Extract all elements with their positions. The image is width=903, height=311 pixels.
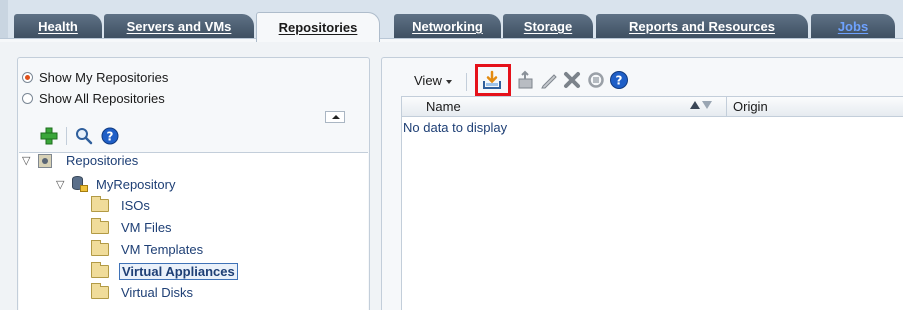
- tree-label-vm-files: VM Files: [121, 220, 172, 235]
- radio-show-all-repositories[interactable]: Show All Repositories: [22, 91, 165, 106]
- radio-label-all: Show All Repositories: [39, 91, 165, 106]
- tab-jobs[interactable]: Jobs: [811, 14, 895, 39]
- tab-servers-label: Servers and VMs: [126, 19, 232, 34]
- tab-networking[interactable]: Networking: [394, 14, 501, 39]
- repositories-icon: [38, 153, 52, 168]
- column-header-origin[interactable]: Origin: [733, 99, 768, 114]
- tab-repositories[interactable]: Repositories: [256, 12, 380, 42]
- expand-triangle-icon[interactable]: ▽: [22, 154, 32, 167]
- tab-networking-label: Networking: [412, 19, 483, 34]
- tab-health[interactable]: Health: [14, 14, 102, 39]
- svg-text:?: ?: [107, 130, 114, 144]
- tab-servers-and-vms[interactable]: Servers and VMs: [104, 14, 254, 39]
- view-menu[interactable]: View: [414, 73, 452, 88]
- folder-icon: [91, 196, 109, 212]
- tree-folder-virtual-disks[interactable]: Virtual Disks: [91, 283, 194, 300]
- folder-icon: [91, 262, 109, 278]
- empty-table-message: No data to display: [403, 120, 508, 135]
- column-divider[interactable]: [726, 97, 727, 116]
- sort-descending-icon[interactable]: [702, 101, 712, 109]
- radio-show-my-repositories[interactable]: Show My Repositories: [22, 70, 168, 85]
- contents-table: Name Origin No data to display: [401, 96, 903, 310]
- folder-icon: [91, 240, 109, 256]
- tree-folder-virtual-appliances[interactable]: Virtual Appliances: [91, 262, 238, 280]
- edit-icon[interactable]: [538, 69, 560, 91]
- expand-triangle-icon[interactable]: ▽: [56, 178, 66, 191]
- radio-unselected-icon[interactable]: [22, 93, 33, 104]
- refresh-icon[interactable]: [585, 69, 607, 91]
- tree-folder-isos[interactable]: ISOs: [91, 196, 150, 213]
- tree-folder-vm-templates[interactable]: VM Templates: [91, 240, 204, 257]
- tab-storage-label: Storage: [523, 19, 573, 34]
- add-icon[interactable]: [40, 127, 58, 145]
- tree-folder-vm-files[interactable]: VM Files: [91, 218, 172, 235]
- help-icon[interactable]: ?: [608, 69, 630, 91]
- folder-icon: [91, 283, 109, 299]
- delete-icon[interactable]: [561, 69, 583, 91]
- tree-node-repositories[interactable]: ▽ Repositories: [22, 153, 138, 168]
- tab-jobs-label: Jobs: [837, 19, 869, 34]
- radio-selected-icon[interactable]: [22, 72, 33, 83]
- tree-label-myrepository: MyRepository: [96, 176, 176, 192]
- toolbar-separator: [466, 73, 467, 91]
- tree-label-vm-templates: VM Templates: [121, 242, 204, 257]
- search-icon[interactable]: [75, 127, 93, 145]
- tab-repositories-label: Repositories: [278, 20, 358, 35]
- svg-text:?: ?: [616, 74, 623, 88]
- tab-bar-left-edge: [0, 0, 8, 42]
- view-menu-label: View: [414, 73, 442, 88]
- tab-storage[interactable]: Storage: [503, 14, 593, 39]
- tree-label-isos: ISOs: [121, 198, 150, 213]
- tree-label-virtual-disks: Virtual Disks: [121, 285, 194, 300]
- repository-icon: [72, 176, 88, 192]
- sort-ascending-icon[interactable]: [690, 101, 700, 109]
- column-header-name[interactable]: Name: [426, 99, 461, 114]
- collapse-icon[interactable]: [325, 111, 345, 123]
- radio-label-my: Show My Repositories: [39, 70, 169, 85]
- tree-label-repositories: Repositories: [66, 153, 139, 168]
- upload-icon[interactable]: [515, 69, 537, 91]
- caret-down-icon: [445, 79, 452, 84]
- repository-tree: ▽ Repositories ▽ MyRepository ISOs VM Fi…: [19, 152, 368, 311]
- table-header: Name Origin: [402, 96, 903, 117]
- tab-health-label: Health: [38, 19, 78, 34]
- tree-label-virtual-appliances-selected: Virtual Appliances: [119, 263, 238, 280]
- sort-icon[interactable]: [690, 101, 712, 109]
- tab-reports-and-resources[interactable]: Reports and Resources: [596, 14, 808, 39]
- highlight-box: [475, 64, 511, 96]
- tab-reports-label: Reports and Resources: [629, 19, 775, 34]
- navigator-toolbar: ?: [40, 125, 360, 147]
- tree-node-myrepository[interactable]: ▽ MyRepository: [56, 176, 175, 192]
- help-icon[interactable]: ?: [101, 127, 119, 145]
- folder-icon: [91, 218, 109, 234]
- toolbar-separator: [66, 127, 67, 145]
